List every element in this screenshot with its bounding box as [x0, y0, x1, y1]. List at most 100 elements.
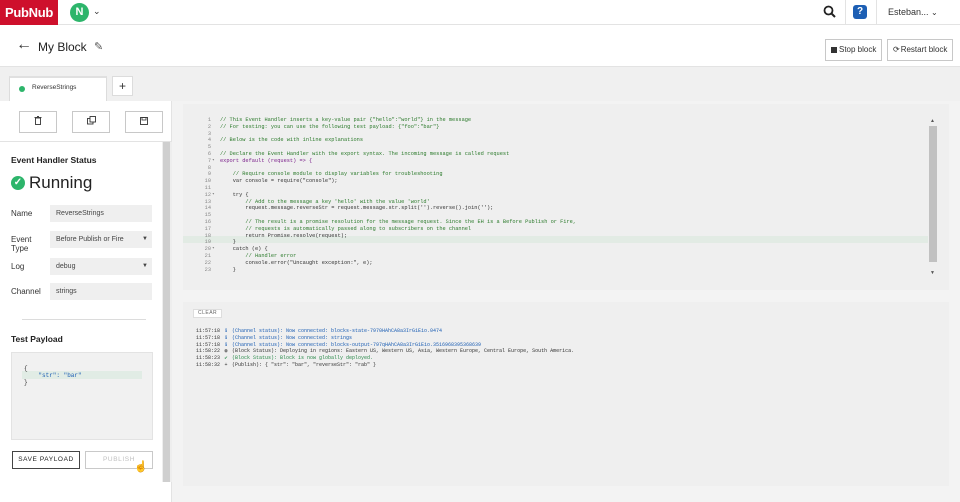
name-label: Name [11, 209, 33, 218]
code-text: // requests is automatically passed alon… [220, 225, 472, 232]
log-timestamp: 11:58:23 [196, 355, 224, 362]
log-line: 11:57:18 ℹ (Channel status): Now connect… [196, 328, 574, 335]
channel-field[interactable]: strings [50, 283, 152, 300]
log-line: 11:58:22 ◍ (Block Status): Deploying in … [196, 348, 574, 355]
chevron-down-icon[interactable]: ⌄ [93, 6, 101, 17]
fold-arrow-icon[interactable]: ▾ [212, 158, 215, 165]
code-line: 11 [183, 185, 923, 192]
code-text: export default (request) => { [220, 157, 313, 164]
chevron-down-icon: ⌄ [931, 8, 938, 17]
code-line: 16 // The result is a promise resolution… [183, 219, 923, 226]
code-text: } [220, 239, 236, 246]
log-line: 11:57:18 ℹ (Channel status): Now connect… [196, 342, 574, 349]
restart-block-button[interactable]: ⟳Restart block [887, 39, 954, 61]
event-type-label: Event Type [11, 235, 32, 253]
tab-reversestrings[interactable]: ReverseStrings [9, 76, 107, 101]
line-number: 14 [204, 205, 211, 212]
event-type-value: Before Publish or Fire [56, 236, 124, 243]
event-type-select[interactable]: Before Publish or Fire ▼ [50, 231, 152, 248]
line-number: 23 [204, 266, 211, 273]
line-number: 8 [207, 164, 211, 171]
payload-line: "str": "bar" [24, 372, 82, 379]
save-button[interactable] [125, 111, 163, 133]
back-arrow-icon[interactable]: ← [16, 37, 32, 53]
line-number: 11 [204, 184, 211, 191]
caret-down-icon: ▼ [142, 263, 148, 269]
name-field[interactable]: ReverseStrings [50, 205, 152, 222]
code-text: // Require console module to display var… [220, 171, 443, 178]
code-line: 19 } [183, 239, 923, 246]
scroll-down-icon[interactable]: ▼ [930, 270, 935, 276]
code-text: catch (e) { [220, 246, 268, 253]
delete-button[interactable] [19, 111, 57, 133]
payload-line: } [24, 379, 28, 386]
code-text: // The result is a promise resolution fo… [220, 218, 577, 225]
divider [845, 0, 846, 25]
log-message: (Block Status): Block is now globally de… [229, 355, 374, 362]
floppy-disk-icon [140, 117, 148, 125]
code-text: // Declare the Event Handler with the ex… [220, 150, 510, 157]
check-circle-icon: ✓ [11, 176, 25, 190]
log-message: (Channel status): Now connected: strings [229, 334, 353, 341]
channel-label: Channel [11, 287, 41, 296]
code-line: 14 request.message.reverseStr = request.… [183, 205, 923, 212]
editor-scrollbar[interactable] [929, 126, 937, 262]
restart-block-label: Restart block [900, 45, 948, 54]
code-line: 5 [183, 144, 923, 151]
console-log-list: 11:57:18 ℹ (Channel status): Now connect… [196, 328, 574, 369]
search-icon[interactable] [822, 4, 838, 20]
code-text: } [220, 266, 236, 273]
code-text: request.message.reverseStr = request.mes… [220, 205, 494, 212]
line-number: 13 [204, 198, 211, 205]
code-line: 10 var console = require("console"); [183, 178, 923, 185]
log-message: (Channel status): Now connected: blocks-… [229, 328, 443, 334]
line-number: 22 [204, 259, 211, 266]
pencil-icon[interactable]: ✎ [94, 40, 103, 53]
duplicate-button[interactable] [72, 111, 110, 133]
test-payload-title: Test Payload [11, 334, 63, 344]
add-tab-button[interactable]: + [112, 76, 133, 96]
code-line: 18 return Promise.resolve(request); [183, 233, 923, 240]
clear-button[interactable]: CLEAR [193, 309, 223, 318]
code-text: var console = require("console"); [220, 178, 338, 185]
log-select[interactable]: debug ▼ [50, 258, 152, 275]
code-text: try { [220, 191, 249, 198]
fold-arrow-icon[interactable]: ▾ [212, 246, 215, 253]
line-number: 15 [204, 212, 211, 219]
user-menu[interactable]: Esteban... ⌄ [888, 7, 938, 17]
line-number: 12 [204, 191, 211, 198]
caret-down-icon: ▼ [142, 236, 148, 242]
help-icon[interactable]: ? [853, 5, 867, 19]
divider [876, 0, 877, 25]
payload-editor[interactable]: { "str": "bar" } [11, 352, 153, 440]
log-message: (Channel status): Now connected: blocks-… [229, 341, 482, 348]
code-line: 7 ▾ export default (request) => { [183, 158, 923, 165]
code-text: // For testing: you can use the followin… [220, 123, 440, 130]
log-line: 11:58:23 ✔ (Block Status): Block is now … [196, 355, 574, 362]
stop-block-label: Stop block [839, 45, 877, 54]
code-line: 1 // This Event Handler inserts a key-val… [183, 117, 923, 124]
code-line: 13 // Add to the message a key 'hello' w… [183, 199, 923, 206]
log-line: 11:57:18 ℹ (Channel status): Now connect… [196, 335, 574, 342]
user-name: Esteban... [888, 7, 929, 17]
fold-arrow-icon[interactable]: ▾ [212, 192, 215, 199]
line-number: 17 [204, 225, 211, 232]
page-title: My Block [38, 40, 87, 54]
save-payload-button[interactable]: SAVE PAYLOAD [12, 451, 80, 469]
stop-block-button[interactable]: Stop block [825, 39, 883, 61]
code-line: 23 } [183, 267, 923, 274]
divider [0, 141, 172, 142]
log-value: debug [56, 263, 76, 270]
code-text: // This Event Handler inserts a key-valu… [220, 117, 472, 123]
account-avatar[interactable]: N [70, 3, 89, 22]
scroll-up-icon[interactable]: ▲ [930, 118, 935, 124]
log-timestamp: 11:57:18 [196, 341, 224, 348]
line-number: 1 [207, 117, 211, 123]
line-number: 7 [207, 157, 211, 164]
line-number: 19 [204, 239, 211, 246]
log-message: (Block Status): Deploying in regions: Ea… [229, 348, 575, 355]
code-line: 3 [183, 131, 923, 138]
scrollbar-thumb[interactable] [163, 142, 170, 482]
code-line: 6 // Declare the Event Handler with the e… [183, 151, 923, 158]
pubnub-logo[interactable]: PubNub [0, 0, 58, 25]
